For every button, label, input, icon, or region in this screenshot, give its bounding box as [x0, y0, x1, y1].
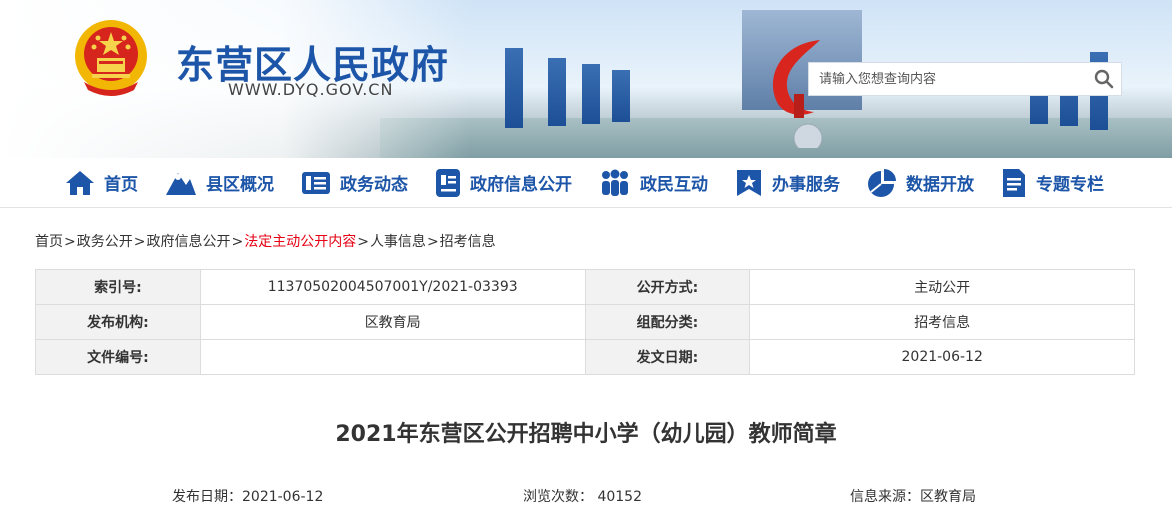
meta-value [199, 339, 586, 375]
nav-label: 办事服务 [772, 175, 840, 195]
globe-fountain [793, 123, 823, 148]
meta-label: 索引号: [35, 269, 201, 305]
meta-label: 发布机构: [35, 304, 201, 340]
search-input[interactable] [809, 63, 1087, 95]
meta-value: 2021-06-12 [749, 339, 1135, 375]
breadcrumb-link[interactable]: 首页 [35, 234, 63, 250]
site-url: WWW.DYQ.GOV.CN [228, 80, 394, 99]
meta-value: 11370502004507001Y/2021-03393 [199, 269, 586, 305]
banner-water [380, 118, 1172, 158]
meta-label: 文件编号: [35, 339, 201, 375]
nav-label: 数据开放 [906, 175, 974, 195]
meta-label: 组配分类: [584, 304, 751, 340]
nav-label: 专题专栏 [1036, 175, 1104, 195]
banner-pillar [548, 58, 566, 126]
header-banner: 东营区人民政府 WWW.DYQ.GOV.CN [0, 0, 1172, 158]
article-title: 2021年东营区公开招聘中小学（幼儿园）教师简章 [335, 422, 837, 447]
search-button[interactable] [1087, 63, 1121, 95]
meta-label: 发文日期: [584, 339, 751, 375]
breadcrumb-link[interactable]: 招考信息 [440, 234, 496, 250]
breadcrumb-link-active[interactable]: 法定主动公开内容 [244, 234, 356, 250]
banner-pillar [582, 64, 600, 124]
search-icon [1094, 69, 1114, 89]
view-count: 浏览次数： 40152 [523, 489, 642, 505]
service-bookmark-icon [737, 169, 761, 196]
nav-label: 政务动态 [340, 175, 408, 195]
nav-item-services[interactable]: 办事服务 [734, 168, 840, 198]
breadcrumb-link[interactable]: 政府信息公开 [146, 234, 230, 250]
nav-item-overview[interactable]: 县区概况 [164, 169, 274, 197]
meta-value: 区教育局 [199, 304, 586, 340]
nav-label: 首页 [104, 175, 138, 195]
nav-item-home[interactable]: 首页 [64, 169, 138, 197]
main-nav: 首页 县区概况 政务动态 政府信息公开 政民互动 办事服务 数据开放 专题专栏 [0, 158, 1172, 208]
table-row: 索引号: 11370502004507001Y/2021-03393 公开方式:… [35, 269, 1135, 305]
document-meta-table: 索引号: 11370502004507001Y/2021-03393 公开方式:… [35, 269, 1135, 375]
mountain-icon [166, 172, 196, 195]
pie-chart-icon [868, 168, 896, 197]
home-icon [66, 170, 94, 195]
banner-pillar [612, 70, 630, 122]
breadcrumb: 首页>政务公开>政府信息公开>法定主动公开内容>人事信息>招考信息 [35, 234, 496, 250]
nav-item-interaction[interactable]: 政民互动 [598, 169, 708, 197]
nav-item-topics[interactable]: 专题专栏 [1000, 168, 1104, 198]
meta-value: 招考信息 [749, 304, 1135, 340]
nav-label: 政府信息公开 [470, 175, 572, 195]
table-row: 发布机构: 区教育局 组配分类: 招考信息 [35, 304, 1135, 340]
document-icon [1003, 168, 1025, 197]
meta-label: 公开方式: [584, 269, 751, 305]
people-icon [602, 169, 628, 196]
nav-item-gov-info[interactable]: 政府信息公开 [434, 168, 572, 198]
nav-label: 政民互动 [640, 175, 708, 195]
nav-item-open-data[interactable]: 数据开放 [866, 168, 974, 198]
search-box [808, 62, 1122, 96]
news-icon [302, 171, 330, 194]
table-row: 文件编号: 发文日期: 2021-06-12 [35, 339, 1135, 375]
nav-label: 县区概况 [206, 175, 274, 195]
banner-pillar [505, 48, 523, 128]
breadcrumb-link[interactable]: 人事信息 [370, 234, 426, 250]
nav-item-news[interactable]: 政务动态 [300, 169, 408, 197]
meta-value: 主动公开 [749, 269, 1135, 305]
publish-date: 发布日期：2021-06-12 [172, 489, 324, 505]
national-emblem-icon [75, 20, 147, 96]
info-source: 信息来源：区教育局 [850, 489, 976, 505]
info-card-icon [436, 168, 460, 197]
breadcrumb-link[interactable]: 政务公开 [77, 234, 133, 250]
